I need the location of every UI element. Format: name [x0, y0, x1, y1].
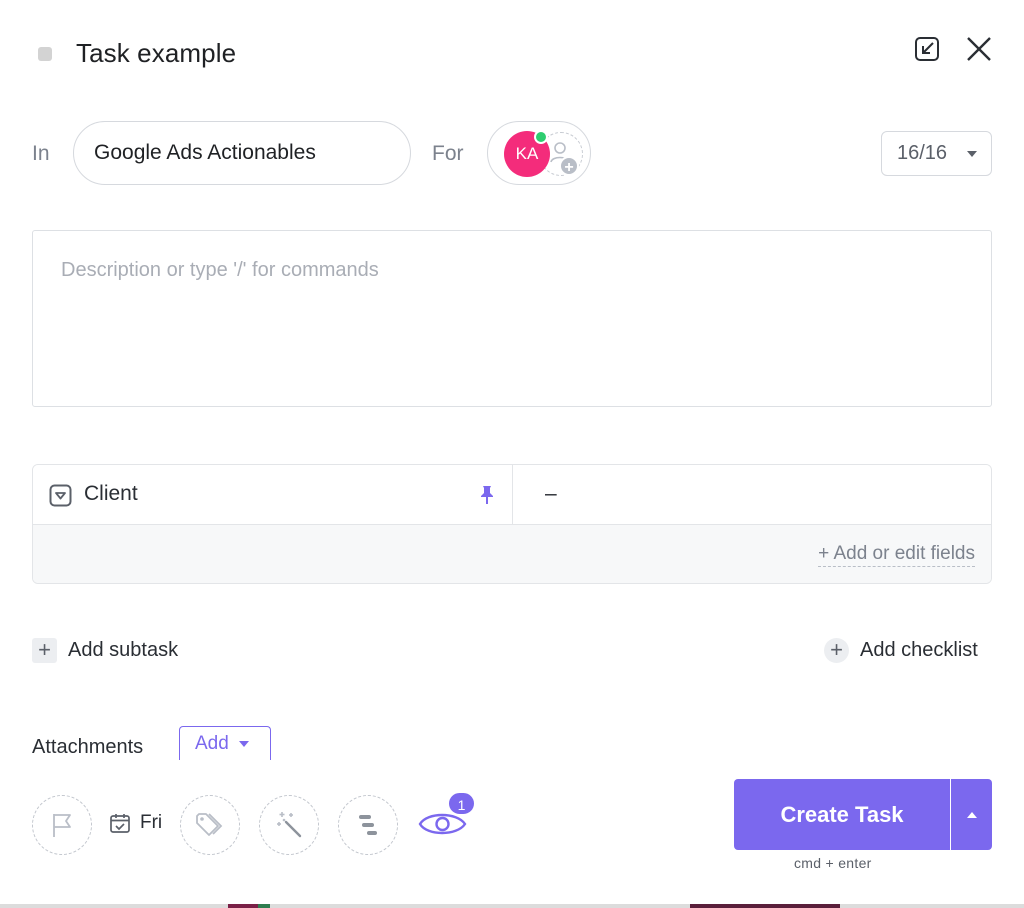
watcher-count-badge: 1	[447, 791, 476, 816]
create-task-label: Create Task	[780, 801, 904, 827]
edge-segment	[690, 904, 840, 908]
list-selector[interactable]: Google Ads Actionables	[73, 121, 411, 185]
create-task-button[interactable]: Create Task	[734, 779, 950, 850]
calendar-icon	[110, 814, 130, 833]
automation-button[interactable]	[259, 795, 319, 855]
edge-segment	[258, 904, 270, 908]
avatar-initials: KA	[515, 144, 539, 163]
in-label: In	[32, 142, 50, 165]
description-editor[interactable]: Description or type '/' for commands	[32, 230, 992, 407]
edge-segment	[228, 904, 258, 908]
due-date-label: Fri	[140, 812, 163, 833]
add-badge-icon: +	[559, 156, 579, 176]
magic-wand-icon	[277, 812, 302, 838]
create-options-button[interactable]	[951, 779, 992, 850]
add-checklist-label: Add checklist	[860, 639, 978, 661]
task-status-square[interactable]	[38, 47, 52, 61]
add-subtask-label: Add subtask	[68, 639, 179, 661]
due-date-button[interactable]: Fri	[109, 812, 162, 834]
add-checklist-button[interactable]: + Add checklist	[824, 638, 978, 663]
chevron-down-icon	[238, 740, 249, 747]
plus-circle-icon: +	[824, 638, 849, 663]
custom-fields-table: Client – + Add or edit fields	[32, 464, 992, 584]
create-task-modal: Task example In Google Ads Actionables F…	[0, 0, 1024, 908]
pin-icon[interactable]	[478, 485, 496, 505]
dropdown-field-icon	[49, 484, 72, 507]
tags-button[interactable]	[180, 795, 240, 855]
for-label: For	[432, 142, 464, 165]
close-button[interactable]	[964, 34, 994, 64]
field-name: Client	[84, 482, 138, 505]
online-status-dot	[534, 130, 548, 144]
gantt-icon	[359, 815, 377, 835]
shortcut-hint: cmd + enter	[794, 855, 872, 871]
bottom-edge	[0, 904, 1024, 908]
custom-field-row: Client –	[33, 465, 991, 525]
field-name-cell[interactable]: Client	[33, 465, 513, 525]
status-count-dropdown[interactable]: 16/16	[881, 131, 992, 176]
attachments-label: Attachments	[32, 736, 144, 758]
minimize-arrow-icon	[915, 37, 939, 61]
plus-icon: +	[32, 638, 57, 663]
chevron-up-icon	[966, 811, 977, 818]
tag-icon	[196, 813, 223, 836]
time-estimate-button[interactable]	[338, 795, 398, 855]
priority-button[interactable]	[32, 795, 92, 855]
attachments-add-label: Add	[195, 732, 229, 754]
task-title[interactable]: Task example	[76, 38, 236, 69]
minimize-button[interactable]	[912, 34, 942, 64]
add-subtask-button[interactable]: + Add subtask	[32, 638, 178, 663]
add-or-edit-fields-link[interactable]: + Add or edit fields	[818, 543, 975, 567]
status-count-value: 16/16	[897, 142, 948, 164]
chevron-down-icon	[967, 150, 977, 157]
list-name: Google Ads Actionables	[94, 141, 316, 164]
field-value[interactable]: –	[545, 482, 557, 506]
assignee-selector[interactable]: KA +	[487, 121, 591, 185]
flag-icon	[53, 814, 71, 837]
toolbar-overlay	[0, 760, 720, 790]
close-icon	[967, 37, 991, 61]
description-placeholder: Description or type '/' for commands	[61, 259, 379, 281]
attachments-add-button[interactable]: Add	[179, 726, 271, 760]
